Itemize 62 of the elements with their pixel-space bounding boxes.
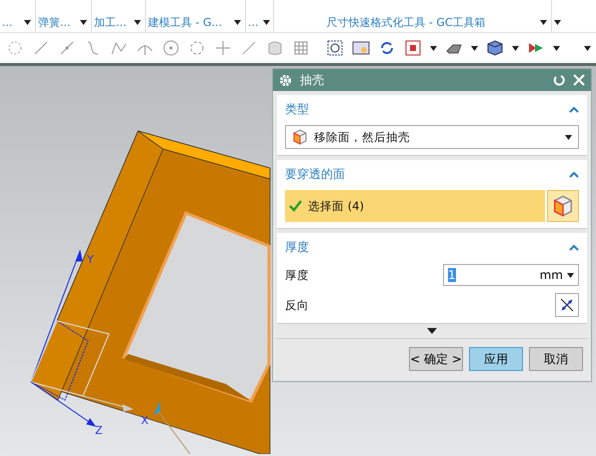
caret-icon xyxy=(512,46,519,50)
collapse-icon[interactable] xyxy=(569,244,579,250)
spline-icon[interactable] xyxy=(110,39,128,57)
reset-icon[interactable] xyxy=(553,74,565,86)
caret-icon xyxy=(24,20,31,25)
axis-label: Z xyxy=(95,424,103,437)
circle-icon[interactable] xyxy=(188,39,206,57)
dialog-button[interactable]: < 确定 > xyxy=(409,347,463,371)
line-icon[interactable] xyxy=(240,39,258,57)
flip-arrows-icon xyxy=(559,297,575,313)
caret-icon xyxy=(471,46,478,50)
field-label: 反向 xyxy=(285,298,309,312)
circle-icon[interactable] xyxy=(162,39,180,57)
caret-icon xyxy=(262,20,270,25)
ribbon-group-label[interactable]: 建模工具 - G... xyxy=(148,15,230,30)
dialog-title: 抽壳 xyxy=(300,72,325,88)
field-label: 厚度 xyxy=(285,268,309,282)
caret-icon xyxy=(234,20,241,25)
ribbon-group-label[interactable]: 加工... xyxy=(94,15,130,30)
cube-icon[interactable] xyxy=(486,39,504,57)
ribbon-group-label[interactable]: ... xyxy=(248,16,258,29)
rotate-icon[interactable] xyxy=(378,39,396,57)
window-icon[interactable] xyxy=(352,39,370,57)
caret-icon xyxy=(80,20,87,25)
grid-icon[interactable] xyxy=(292,39,310,57)
zoom-icon[interactable] xyxy=(326,39,344,57)
dialog-button[interactable]: 取消 xyxy=(529,347,583,371)
ribbon-group-label[interactable]: 弹簧... xyxy=(38,15,76,30)
line-icon[interactable] xyxy=(32,39,50,57)
node-icon[interactable] xyxy=(6,39,24,57)
caret-icon xyxy=(584,46,591,50)
expand-more-icon[interactable] xyxy=(427,328,437,334)
axis-label: Y xyxy=(87,253,94,266)
3d-viewport[interactable]: X Y Z 抽壳 类型 移除面，然后抽壳 要穿透的面 选择面 (4) 厚度 厚度 1 mm 反向 < 确定 > 应用 取消 xyxy=(0,66,596,456)
surface-icon[interactable] xyxy=(266,39,284,57)
reverse-direction-button[interactable] xyxy=(555,293,579,317)
axis-label: X xyxy=(141,414,149,427)
cube-icon xyxy=(552,195,574,217)
type-dropdown[interactable]: 移除面，然后抽壳 xyxy=(285,125,579,149)
caret-icon xyxy=(134,20,141,25)
close-icon[interactable] xyxy=(573,74,585,86)
dialog-button[interactable]: 应用 xyxy=(469,347,523,371)
section-title: 类型 xyxy=(285,100,309,118)
face-select-button[interactable] xyxy=(547,190,579,222)
caret-icon xyxy=(565,134,572,140)
thickness-field[interactable]: 1 mm xyxy=(443,264,579,286)
ribbon-group-label[interactable]: 尺寸快速格式化工具 - GC工具箱 xyxy=(276,15,536,30)
section-title: 厚度 xyxy=(285,238,309,256)
collapse-icon[interactable] xyxy=(569,106,579,112)
point-icon[interactable] xyxy=(214,39,232,57)
caret-icon xyxy=(553,46,560,50)
line-icon[interactable] xyxy=(58,39,76,57)
settings-icon[interactable] xyxy=(279,74,292,86)
fit-icon[interactable] xyxy=(404,39,422,57)
select-face-bar[interactable]: 选择面 (4) xyxy=(285,190,545,222)
caret-icon xyxy=(567,272,574,278)
checkmark-icon xyxy=(289,200,302,212)
ribbon-group-label[interactable]: ... xyxy=(2,16,20,29)
collapse-icon[interactable] xyxy=(569,170,579,178)
section-title: 要穿透的面 xyxy=(285,166,345,182)
cube-icon xyxy=(292,129,308,145)
caret-icon xyxy=(430,46,437,50)
